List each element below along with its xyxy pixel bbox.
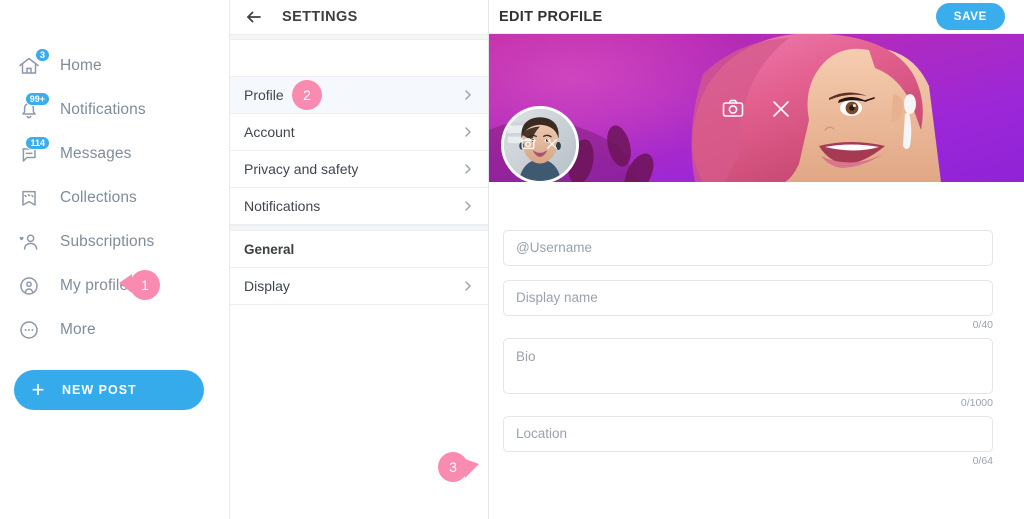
sidebar-item-label: Home: [60, 57, 102, 74]
dots-circle-icon: [16, 317, 42, 343]
person-heart-icon: [16, 229, 42, 255]
settings-row-profile[interactable]: Profile 2: [230, 77, 488, 114]
settings-row-label: Account: [244, 124, 295, 140]
sidebar-item-messages[interactable]: 114 Messages: [0, 132, 229, 176]
sidebar-item-label: More: [60, 321, 96, 338]
save-button[interactable]: SAVE: [935, 3, 1005, 30]
location-counter: 0/64: [972, 455, 993, 467]
arrow-left-icon[interactable]: [244, 7, 264, 27]
settings-row-label: Privacy and safety: [244, 161, 359, 177]
sidebar-item-label: Collections: [60, 189, 137, 206]
sidebar-item-my-profile[interactable]: My profile 1: [0, 264, 229, 308]
annotation-marker-2-number: 2: [292, 80, 322, 110]
edit-profile-header: EDIT PROFILE SAVE: [489, 0, 1024, 34]
new-post-label: NEW POST: [62, 383, 137, 397]
settings-row-account[interactable]: Account: [230, 114, 488, 151]
username-input[interactable]: [503, 230, 993, 266]
chevron-right-icon: [462, 124, 474, 140]
settings-header: SETTINGS: [230, 0, 488, 34]
settings-blank-row: [230, 40, 488, 77]
avatar-controls: [504, 136, 576, 152]
sidebar-item-collections[interactable]: Collections: [0, 176, 229, 220]
bell-icon: 99+: [16, 92, 50, 123]
annotation-marker-1-number: 1: [119, 270, 160, 300]
sidebar-item-subscriptions[interactable]: Subscriptions: [0, 220, 229, 264]
sidebar-item-more[interactable]: More: [0, 308, 229, 352]
display-name-counter: 0/40: [972, 319, 993, 331]
settings-row-notifications[interactable]: Notifications: [230, 188, 488, 225]
plus-icon: +: [31, 377, 45, 402]
profile-form: 0/40 0/1000 0/64: [489, 182, 1024, 467]
form-spacer: [503, 331, 993, 338]
new-post-button[interactable]: + NEW POST: [14, 370, 204, 410]
chevron-right-icon: [462, 87, 474, 103]
settings-panel: SETTINGS Profile 2 Account Privacy and s…: [230, 0, 489, 519]
form-spacer: [503, 409, 993, 416]
bio-counter: 0/1000: [960, 397, 993, 409]
location-input[interactable]: [503, 416, 993, 452]
annotation-marker-3-number: 3: [438, 452, 479, 482]
sidebar-item-label: Messages: [60, 145, 132, 162]
camera-icon[interactable]: [520, 136, 536, 152]
left-sidebar: 3 Home 99+ Notifications 114 Messages Co…: [0, 0, 230, 519]
sidebar-item-home[interactable]: 3 Home: [0, 44, 229, 88]
bookmark-star-icon: [16, 185, 42, 211]
page-title: EDIT PROFILE: [499, 8, 603, 25]
annotation-marker-1: 1: [119, 270, 160, 300]
form-spacer: [503, 266, 993, 280]
person-circle-icon: [16, 273, 42, 299]
close-icon[interactable]: [544, 136, 560, 152]
settings-group-general: General: [230, 231, 488, 268]
edit-profile-panel: EDIT PROFILE SAVE @Username Display name…: [489, 0, 1024, 519]
message-icon: 114: [16, 136, 50, 167]
sidebar-item-label: My profile: [60, 277, 129, 294]
home-badge: 3: [34, 48, 50, 62]
settings-row-privacy-and-safety[interactable]: Privacy and safety: [230, 151, 488, 188]
avatar[interactable]: [501, 106, 579, 184]
settings-row-display[interactable]: Display: [230, 268, 488, 305]
camera-icon[interactable]: [720, 96, 746, 122]
chevron-right-icon: [462, 161, 474, 177]
settings-row-label: Profile: [244, 87, 284, 103]
notifications-badge: 99+: [24, 92, 50, 106]
settings-row-label: Notifications: [244, 198, 321, 214]
sidebar-item-label: Notifications: [60, 101, 146, 118]
settings-title: SETTINGS: [282, 9, 358, 25]
messages-badge: 114: [25, 136, 50, 150]
annotation-marker-2: 2: [292, 80, 322, 110]
close-icon[interactable]: [768, 96, 794, 122]
chevron-right-icon: [462, 278, 474, 294]
chevron-right-icon: [462, 198, 474, 214]
sidebar-item-notifications[interactable]: 99+ Notifications: [0, 88, 229, 132]
home-icon: 3: [16, 48, 50, 79]
annotation-marker-3: 3: [438, 452, 479, 482]
display-name-input[interactable]: [503, 280, 993, 316]
settings-row-label: Display: [244, 278, 290, 294]
bio-input[interactable]: [503, 338, 993, 394]
app-root: 3 Home 99+ Notifications 114 Messages Co…: [0, 0, 1024, 519]
sidebar-item-label: Subscriptions: [60, 233, 155, 250]
